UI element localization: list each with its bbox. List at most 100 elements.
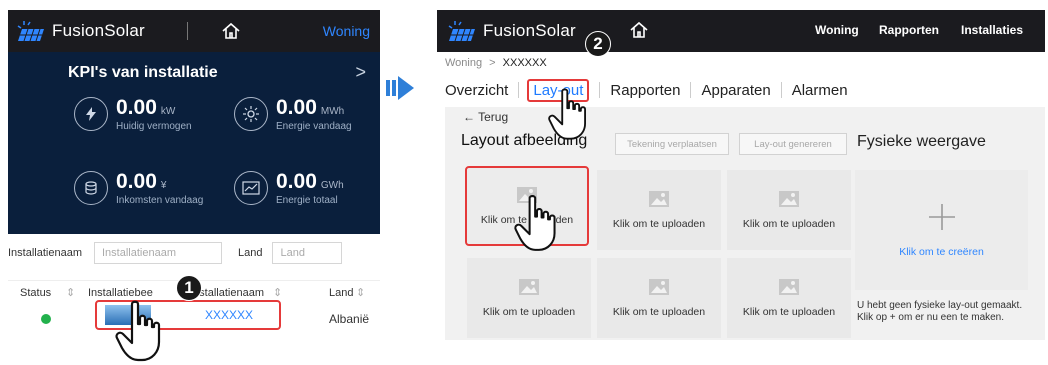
image-icon <box>649 191 669 207</box>
metric-current-power: 0.00 kW Huidig vermogen <box>74 96 192 132</box>
metric-energy-total: 0.00 GWh Energie totaal <box>234 170 344 206</box>
nav-installaties[interactable]: Installaties <box>961 23 1023 37</box>
image-icon <box>519 279 539 295</box>
upload-tile[interactable]: Klik om te uploaden <box>727 258 851 338</box>
metric-energy-today: 0.00 MWh Energie vandaag <box>234 96 352 132</box>
divider <box>186 22 188 40</box>
upload-caption: Klik om te uploaden <box>482 306 576 318</box>
physical-layout-hint: U hebt geen fysieke lay-out gemaakt. Kli… <box>857 300 1022 324</box>
nav-woning[interactable]: Woning <box>323 23 370 39</box>
top-bar: FusionSolar Woning <box>8 10 380 52</box>
hand-pointer-icon <box>548 88 587 140</box>
chart-icon <box>234 171 268 205</box>
logo[interactable]: FusionSolar <box>447 19 576 43</box>
filter-bar: Installatienaam Installatienaam Land Lan… <box>8 242 380 264</box>
breadcrumb-home[interactable]: Woning <box>445 57 482 69</box>
column-country[interactable]: Land <box>329 287 353 299</box>
status-dot <box>41 314 51 324</box>
kpi-panel[interactable]: KPI's van installatie > 0.00 kW Huidig ve… <box>8 52 380 234</box>
metric-value: 0.00 <box>276 96 317 119</box>
tab-separator <box>599 82 601 98</box>
chevron-right-icon[interactable]: > <box>355 62 366 83</box>
upload-caption: Klik om te uploaden <box>612 306 706 318</box>
tab-bar: Overzicht Lay-out Rapporten Apparaten Al… <box>445 77 848 103</box>
upload-tile[interactable]: Klik om te uploaden <box>597 170 721 250</box>
move-drawing-button[interactable]: Tekening verplaatsen <box>615 133 729 155</box>
metric-unit: ¥ <box>160 180 167 191</box>
breadcrumb: Woning > XXXXXX <box>445 57 547 69</box>
metric-unit: MWh <box>320 106 345 117</box>
next-step-arrow-icon <box>386 76 414 100</box>
metric-value: 0.00 <box>116 96 157 119</box>
upload-caption: Klik om te uploaden <box>612 218 706 230</box>
metric-value: 0.00 <box>116 170 157 193</box>
home-icon[interactable] <box>629 20 649 40</box>
tab-overview[interactable]: Overzicht <box>445 82 508 99</box>
lightning-icon <box>74 97 108 131</box>
upload-caption: Klik om te uploaden <box>742 306 836 318</box>
create-physical-view-tile[interactable]: Klik om te creëren <box>855 170 1028 290</box>
breadcrumb-separator: > <box>489 57 496 69</box>
metric-income-today: 0.00 ¥ Inkomsten vandaag <box>74 170 203 206</box>
sort-icon[interactable]: ⇕ <box>356 286 365 299</box>
upload-tile[interactable]: Klik om te uploaden <box>597 258 721 338</box>
create-caption: Klik om te creëren <box>899 246 984 258</box>
image-icon <box>649 279 669 295</box>
column-image[interactable]: Installatiebee <box>88 287 153 299</box>
filter-name-label: Installatienaam <box>8 247 82 259</box>
hint-line-1: U hebt geen fysieke lay-out gemaakt. <box>857 300 1023 311</box>
hand-pointer-icon <box>115 300 161 362</box>
image-icon <box>779 279 799 295</box>
metric-label: Huidig vermogen <box>116 121 192 132</box>
step-badge: 2 <box>585 31 611 57</box>
metric-label: Inkomsten vandaag <box>116 195 204 206</box>
table-row[interactable]: XXXXXX Albanië <box>8 300 380 334</box>
tab-separator <box>780 82 782 98</box>
plant-country: Albanië <box>329 312 370 326</box>
tab-alarms[interactable]: Alarmen <box>792 82 848 99</box>
metric-value: 0.00 <box>276 170 317 193</box>
tab-devices[interactable]: Apparaten <box>701 82 770 99</box>
step-badge: 1 <box>176 275 202 301</box>
sun-panel-icon <box>234 97 268 131</box>
metric-label: Energie vandaag <box>276 121 352 132</box>
filter-name-input[interactable]: Installatienaam <box>94 242 222 264</box>
tab-separator <box>518 82 520 98</box>
sort-icon[interactable]: ⇕ <box>273 286 282 299</box>
logo-text: FusionSolar <box>52 21 145 40</box>
home-icon[interactable] <box>220 20 242 42</box>
hand-pointer-icon <box>514 195 556 251</box>
coins-icon <box>74 171 108 205</box>
upload-caption: Klik om te uploaden <box>742 218 836 230</box>
logo-text: FusionSolar <box>483 21 576 40</box>
upload-tile[interactable]: Klik om te uploaden <box>727 170 851 250</box>
metric-unit: kW <box>160 106 176 117</box>
plus-icon <box>928 204 955 230</box>
fusionsolar-logo-icon <box>448 21 475 42</box>
upload-tile[interactable]: Klik om te uploaden <box>467 258 591 338</box>
metric-label: Energie totaal <box>276 195 338 206</box>
logo[interactable]: FusionSolar <box>16 19 145 43</box>
column-status[interactable]: Status <box>20 287 51 299</box>
nav-rapporten[interactable]: Rapporten <box>879 23 939 37</box>
hint-line-2: Klik op + om er nu een te maken. <box>857 312 1005 323</box>
metric-unit: GWh <box>320 180 344 191</box>
generate-layout-button[interactable]: Lay-out genereren <box>739 133 847 155</box>
nav-woning[interactable]: Woning <box>815 23 859 37</box>
filter-country-input[interactable]: Land <box>272 242 343 264</box>
kpi-title: KPI's van installatie <box>68 64 218 81</box>
physical-view-title: Fysieke weergave <box>857 133 986 150</box>
fusionsolar-logo-icon <box>17 21 44 42</box>
plant-layout-screen: FusionSolar Woning Rapporten Installatie… <box>437 10 1045 340</box>
filter-country-label: Land <box>238 247 263 259</box>
image-icon <box>779 191 799 207</box>
tab-reports[interactable]: Rapporten <box>610 82 680 99</box>
tab-separator <box>690 82 692 98</box>
breadcrumb-current: XXXXXX <box>502 57 547 69</box>
plant-name-link[interactable]: XXXXXX <box>205 308 253 322</box>
top-bar: FusionSolar Woning Rapporten Installatie… <box>437 10 1045 52</box>
home-screen: FusionSolar Woning KPI's van installatie… <box>8 10 380 362</box>
tutorial-figure: FusionSolar Woning KPI's van installatie… <box>0 0 1048 365</box>
back-link[interactable]: ← Terug <box>463 110 508 124</box>
sort-icon[interactable]: ⇕ <box>66 286 75 299</box>
